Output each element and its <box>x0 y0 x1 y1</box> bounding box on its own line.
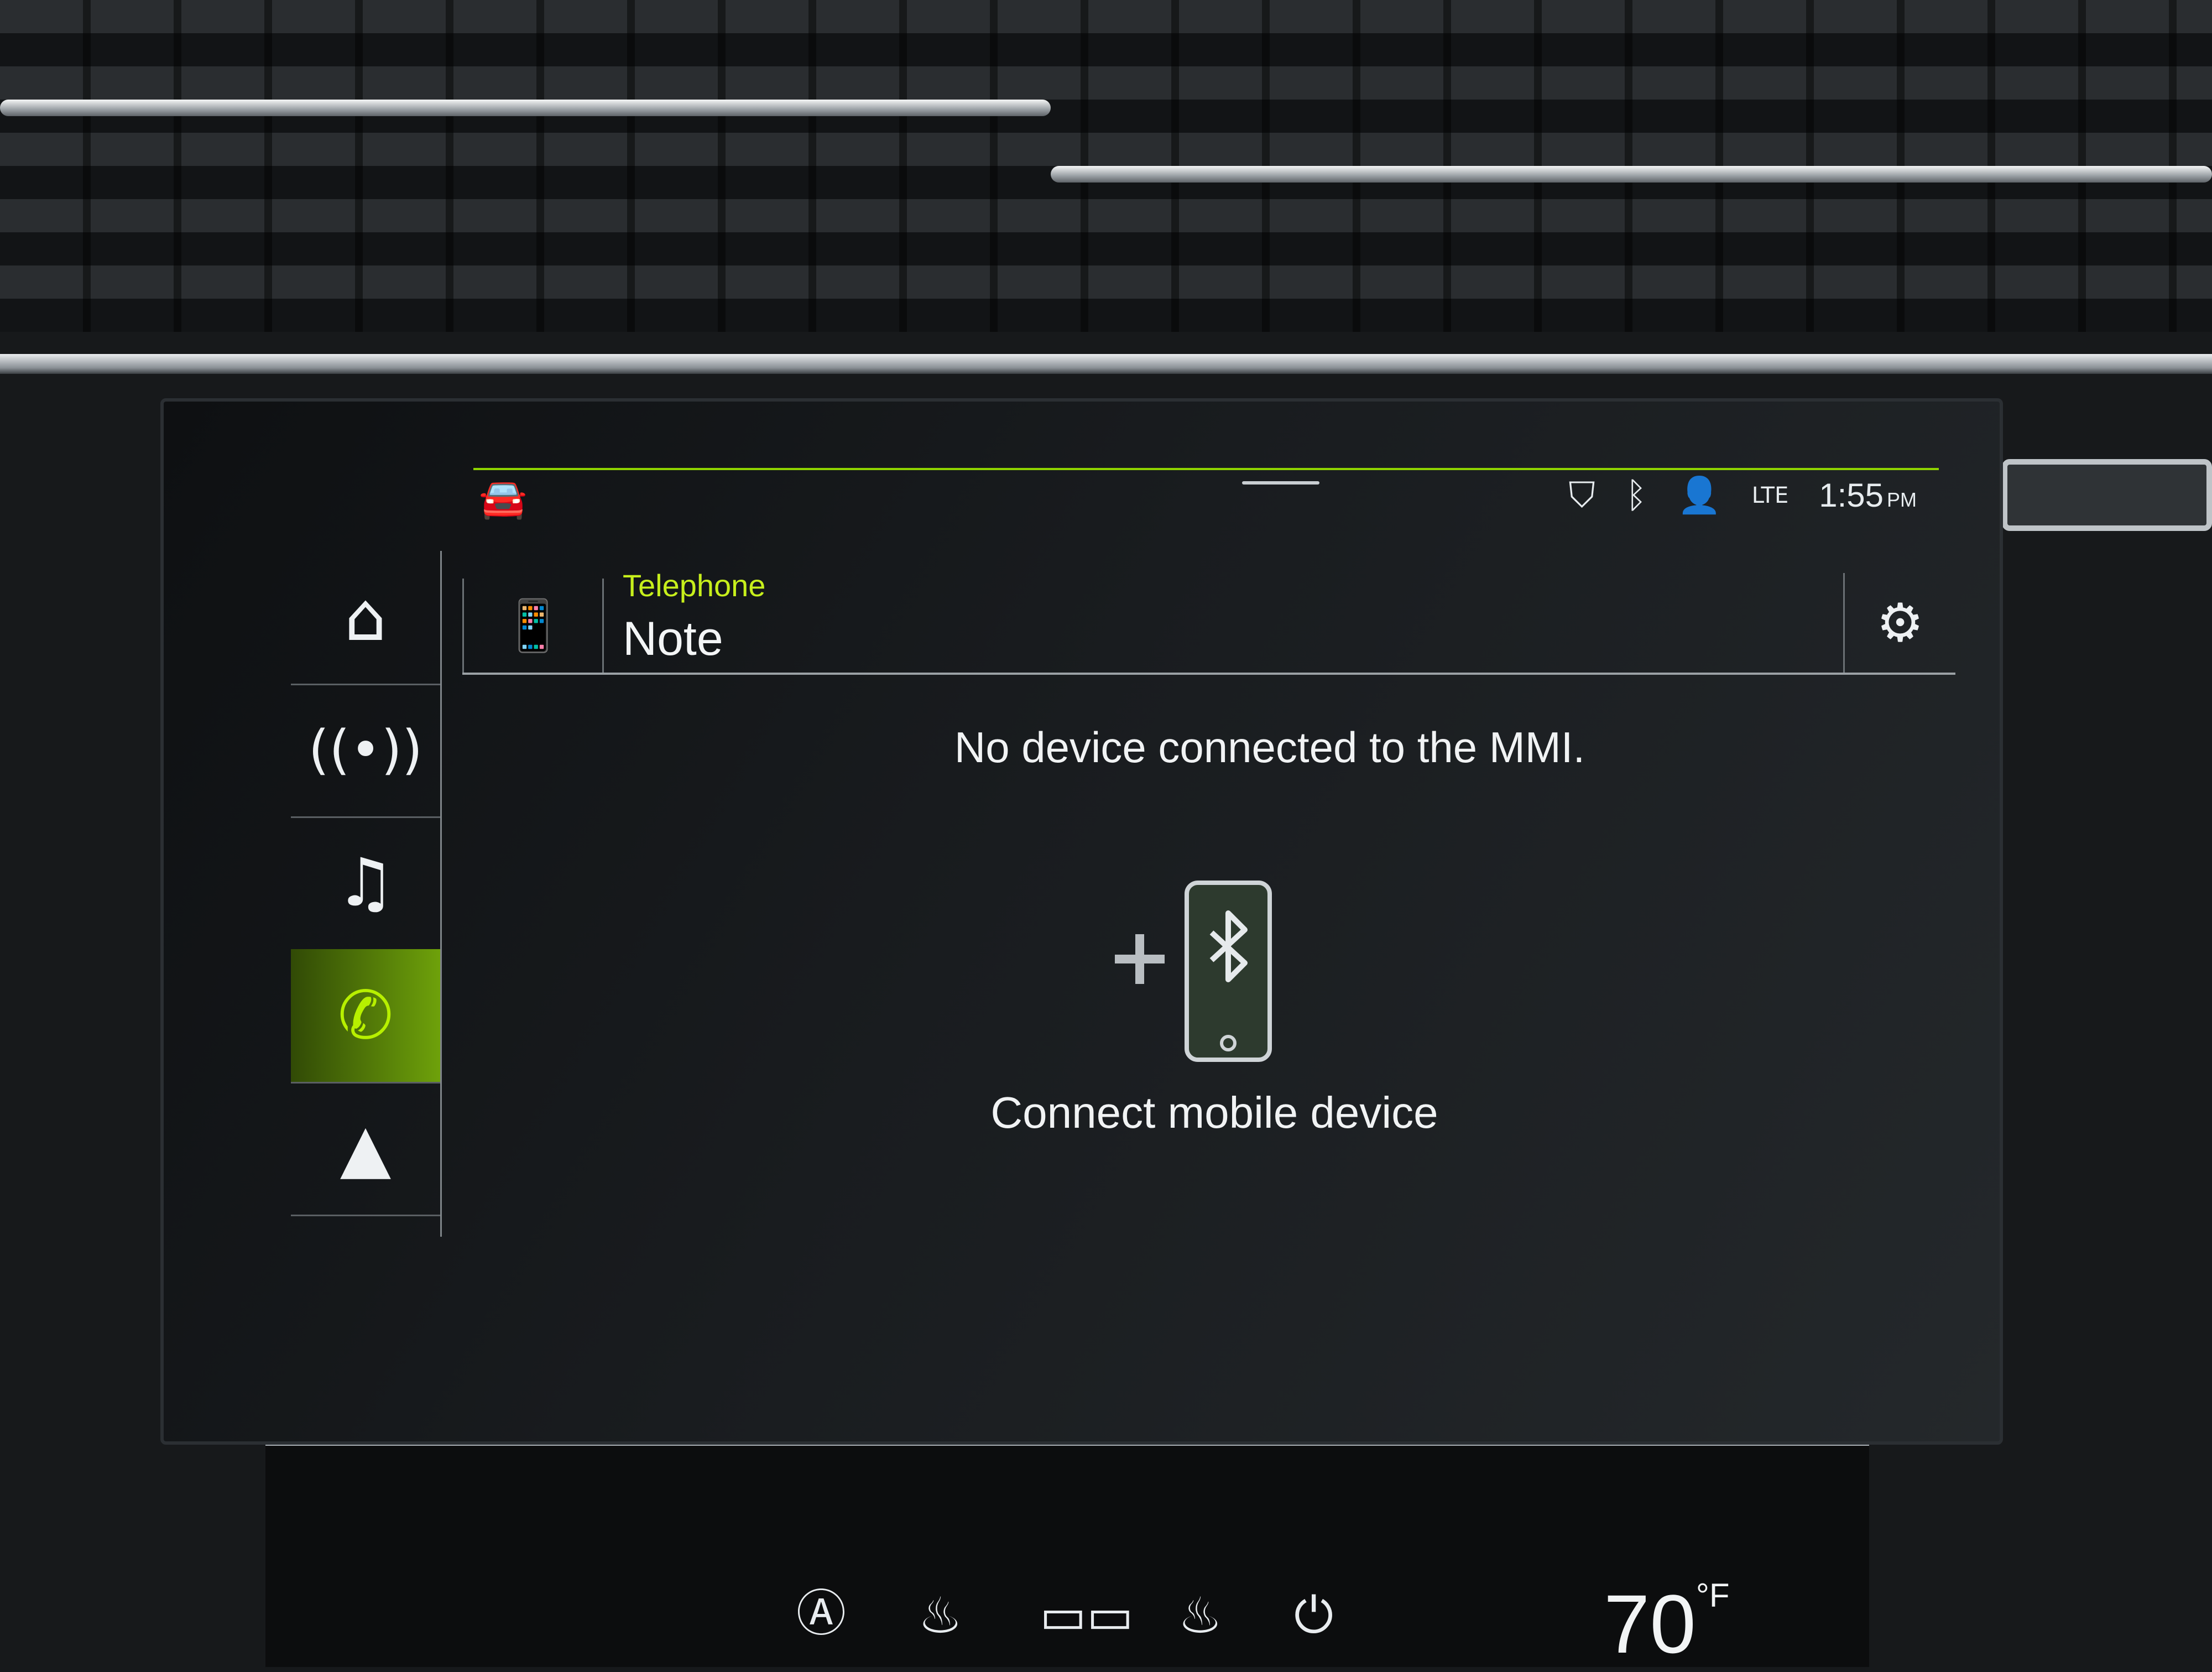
bluetooth-icon: ᛒ <box>1625 475 1647 516</box>
status-icons: ⛉ ᛒ 👤 LTE 1:55 PM <box>1568 475 1917 517</box>
steering-heat-icon[interactable]: ♨ <box>1178 1587 1223 1645</box>
dashboard-chrome-strip <box>0 354 2212 374</box>
app-label: Telephone <box>623 568 766 603</box>
vent-chrome-trim-left <box>0 100 1051 116</box>
connect-mobile-device-button[interactable]: Connect mobile device <box>827 1087 1601 1138</box>
pull-down-handle[interactable] <box>1242 481 1319 485</box>
person-info-icon: 👤 <box>1677 475 1721 516</box>
temperature-readout: 70°F <box>1604 1576 1730 1672</box>
nav-home-button[interactable]: ⌂ <box>291 551 440 685</box>
fan-speed-icon[interactable]: ▭▭ <box>1040 1587 1134 1645</box>
navigation-arrow-icon: ▲ <box>340 1110 392 1187</box>
status-bar: 🚘 ⛉ ᛒ 👤 LTE 1:55 PM <box>473 468 1939 522</box>
antenna-icon: ((•)) <box>308 719 423 781</box>
gear-icon: ⚙ <box>1876 592 1924 654</box>
side-navigation: ⌂ ((•)) ♫ ✆ ▲ <box>291 551 442 1237</box>
no-device-message: No device connected to the MMI. <box>954 723 1585 772</box>
power-icon[interactable]: ⏻ <box>1294 1586 1333 1645</box>
music-icon: ♫ <box>336 844 395 921</box>
vent-chrome-trim-right <box>1051 166 2212 183</box>
page-title: Note <box>623 612 723 665</box>
car-info-icon[interactable]: 🚘 <box>479 476 527 522</box>
temperature-unit: °F <box>1695 1577 1730 1614</box>
phone-icon: ✆ <box>337 977 394 1054</box>
mmi-screen: 🚘 ⛉ ᛒ 👤 LTE 1:55 PM ⌂ ((•)) ♫ ✆ ▲ 📱 Tele… <box>160 398 2003 1445</box>
nav-media-button[interactable]: ♫ <box>291 816 440 951</box>
settings-button[interactable]: ⚙ <box>1843 573 1955 673</box>
auto-climate-icon[interactable]: Ⓐ <box>796 1573 846 1645</box>
nav-radio-button[interactable]: ((•)) <box>291 684 440 818</box>
seat-heat-icon[interactable]: ♨ <box>918 1587 963 1645</box>
nav-telephone-button[interactable]: ✆ <box>291 949 440 1084</box>
volume-knob[interactable] <box>2002 459 2212 531</box>
bluetooth-phone-icon[interactable] <box>1104 872 1325 1071</box>
nav-navigation-button[interactable]: ▲ <box>291 1082 440 1216</box>
telephone-header: 📱 Telephone Note ⚙ <box>462 562 1955 675</box>
location-shield-icon: ⛉ <box>1568 475 1595 516</box>
clock: 1:55 PM <box>1819 476 1917 514</box>
plus-icon <box>1115 934 1165 984</box>
clock-time: 1:55 <box>1819 477 1884 514</box>
clock-ampm: PM <box>1887 488 1917 511</box>
lte-signal-icon: LTE <box>1751 482 1789 508</box>
device-switch-button[interactable]: 📱 <box>462 579 604 673</box>
home-icon: ⌂ <box>344 579 387 656</box>
device-switch-icon: 📱 <box>502 596 565 655</box>
temperature-value: 70 <box>1604 1577 1696 1670</box>
